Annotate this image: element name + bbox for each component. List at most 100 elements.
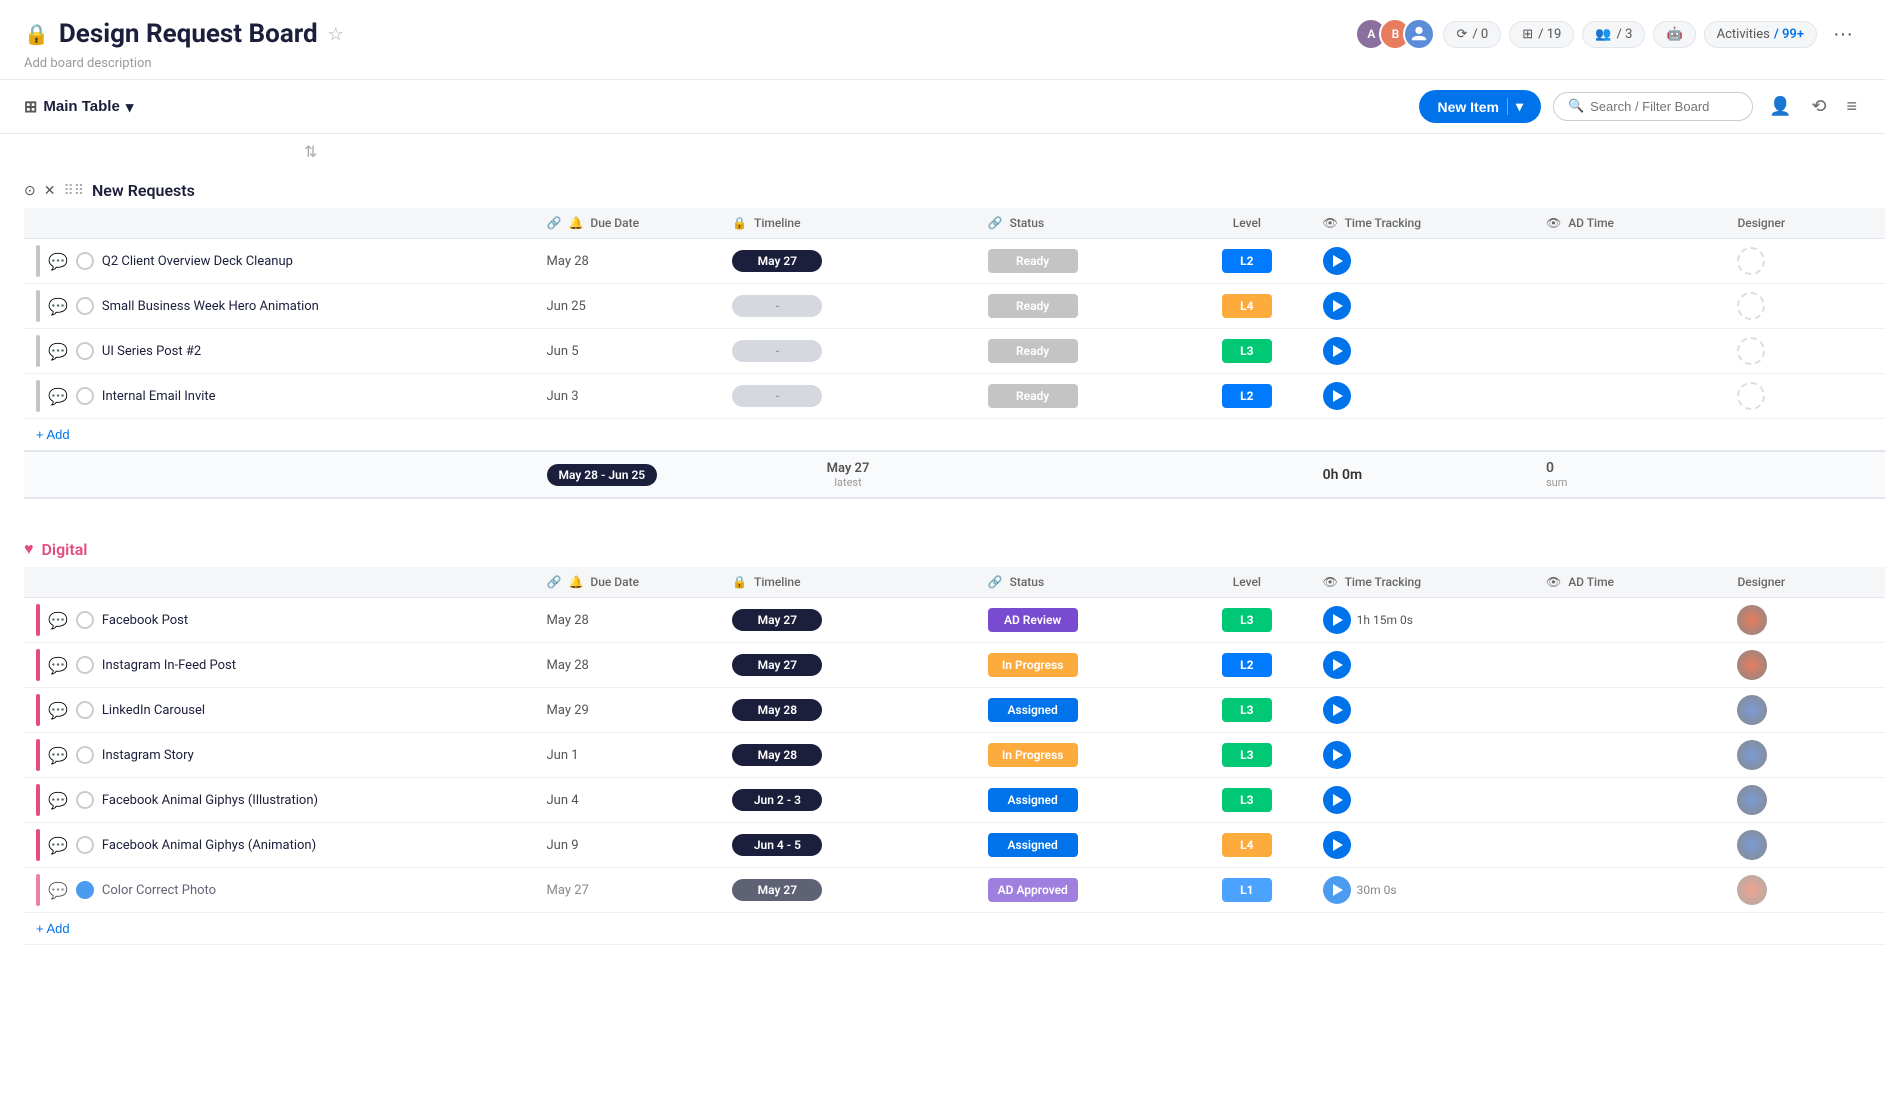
level-badge[interactable]: L3 [1222, 788, 1272, 812]
sort-icon[interactable]: ⇅ [304, 142, 317, 161]
status-badge[interactable]: Ready [988, 249, 1078, 273]
level-badge[interactable]: L4 [1222, 294, 1272, 318]
item-name[interactable]: Color Correct Photo [102, 883, 216, 898]
th-designer-new-requests[interactable]: Designer [1725, 208, 1885, 239]
level-badge[interactable]: L1 [1222, 878, 1272, 902]
item-name[interactable]: Instagram In-Feed Post [102, 658, 236, 673]
th-timeline-new-requests[interactable]: 🔒 Timeline [720, 208, 975, 239]
th-ad-time-digital[interactable]: 👁 AD Time [1534, 567, 1725, 598]
th-ad-time-new-requests[interactable]: 👁 AD Time [1534, 208, 1725, 239]
activities-btn[interactable]: Activities / 99+ [1704, 21, 1817, 48]
timeline-pill[interactable]: - [732, 295, 822, 317]
check-circle[interactable] [76, 746, 94, 764]
play-button[interactable] [1323, 786, 1351, 814]
comment-icon[interactable]: 💬 [48, 342, 68, 361]
level-badge[interactable]: L2 [1222, 653, 1272, 677]
level-badge[interactable]: L3 [1222, 698, 1272, 722]
check-circle[interactable] [76, 791, 94, 809]
new-item-button[interactable]: New Item ▾ [1419, 90, 1541, 123]
automations-btn[interactable]: ⟳ / 0 [1443, 21, 1501, 48]
level-badge[interactable]: L3 [1222, 743, 1272, 767]
more-button[interactable]: ··· [1825, 19, 1861, 50]
status-badge[interactable]: Ready [988, 294, 1078, 318]
comment-icon[interactable]: 💬 [48, 746, 68, 765]
level-badge[interactable]: L3 [1222, 608, 1272, 632]
comment-icon[interactable]: 💬 [48, 836, 68, 855]
check-circle[interactable] [76, 342, 94, 360]
check-circle[interactable] [76, 297, 94, 315]
check-circle[interactable] [76, 656, 94, 674]
play-button[interactable] [1323, 831, 1351, 859]
play-button[interactable] [1323, 876, 1351, 904]
status-badge[interactable]: Assigned [988, 788, 1078, 812]
play-button[interactable] [1323, 606, 1351, 634]
level-badge[interactable]: L2 [1222, 384, 1272, 408]
profile-icon-btn[interactable]: 👤 [1765, 92, 1795, 121]
main-table-button[interactable]: ⊞ Main Table ▾ [24, 97, 133, 117]
check-circle[interactable] [76, 836, 94, 854]
search-input[interactable] [1590, 99, 1730, 114]
comment-icon[interactable]: 💬 [48, 611, 68, 630]
timeline-pill[interactable]: May 28 [732, 744, 822, 766]
th-timeline-digital[interactable]: 🔒 Timeline [720, 567, 975, 598]
group-drag-new-requests[interactable]: ⠿⠿ [63, 183, 84, 199]
play-button[interactable] [1323, 337, 1351, 365]
comment-icon[interactable]: 💬 [48, 656, 68, 675]
timeline-pill[interactable]: May 27 [732, 879, 822, 901]
item-name[interactable]: LinkedIn Carousel [102, 703, 205, 718]
item-name[interactable]: Q2 Client Overview Deck Cleanup [102, 254, 293, 269]
timeline-pill[interactable]: Jun 4 - 5 [732, 834, 822, 856]
th-designer-digital[interactable]: Designer [1725, 567, 1885, 598]
check-circle[interactable] [76, 881, 94, 899]
avatar-3[interactable] [1403, 18, 1435, 50]
play-button[interactable] [1323, 382, 1351, 410]
status-badge[interactable]: AD Review [988, 608, 1078, 632]
status-badge[interactable]: Assigned [988, 698, 1078, 722]
star-icon[interactable]: ☆ [328, 24, 344, 45]
item-name[interactable]: Instagram Story [102, 748, 194, 763]
comment-icon[interactable]: 💬 [48, 387, 68, 406]
timeline-pill[interactable]: - [732, 385, 822, 407]
check-circle[interactable] [76, 387, 94, 405]
th-status-new-requests[interactable]: 🔗 Status [976, 208, 1183, 239]
play-button[interactable] [1323, 292, 1351, 320]
item-name[interactable]: Facebook Animal Giphys (Animation) [102, 838, 316, 853]
comment-icon[interactable]: 💬 [48, 701, 68, 720]
comment-icon[interactable]: 💬 [48, 791, 68, 810]
status-badge[interactable]: Ready [988, 384, 1078, 408]
add-item-button[interactable]: + Add [36, 919, 70, 938]
item-name[interactable]: Facebook Post [102, 613, 188, 628]
comment-icon[interactable]: 💬 [48, 252, 68, 271]
play-button[interactable] [1323, 696, 1351, 724]
integrations-btn[interactable]: ⊞ / 19 [1509, 21, 1574, 48]
th-due-date-digital[interactable]: 🔗 🔔 Due Date [535, 567, 721, 598]
timeline-pill[interactable]: May 27 [732, 609, 822, 631]
play-button[interactable] [1323, 741, 1351, 769]
timeline-pill[interactable]: - [732, 340, 822, 362]
item-name[interactable]: UI Series Post #2 [102, 344, 201, 359]
level-badge[interactable]: L2 [1222, 249, 1272, 273]
check-circle[interactable] [76, 701, 94, 719]
comment-icon[interactable]: 💬 [48, 881, 68, 900]
ai-btn[interactable]: 🤖 [1653, 21, 1695, 48]
play-button[interactable] [1323, 247, 1351, 275]
th-status-digital[interactable]: 🔗 Status [976, 567, 1183, 598]
timeline-pill[interactable]: May 27 [732, 654, 822, 676]
check-circle[interactable] [76, 252, 94, 270]
timeline-pill[interactable]: May 28 [732, 699, 822, 721]
status-badge[interactable]: In Progress [988, 743, 1078, 767]
add-item-button[interactable]: + Add [36, 425, 70, 444]
level-badge[interactable]: L3 [1222, 339, 1272, 363]
timeline-pill[interactable]: May 27 [732, 250, 822, 272]
play-button[interactable] [1323, 651, 1351, 679]
th-time-tracking-new-requests[interactable]: 👁 Time Tracking [1311, 208, 1534, 239]
th-due-date-new-requests[interactable]: 🔗 🔔 Due Date [535, 208, 721, 239]
filter-icon-btn[interactable]: ≡ [1842, 92, 1861, 121]
th-level-digital[interactable]: Level [1183, 567, 1311, 598]
timeline-pill[interactable]: Jun 2 - 3 [732, 789, 822, 811]
status-badge[interactable]: AD Approved [988, 878, 1078, 902]
invite-btn[interactable]: 👥 / 3 [1582, 21, 1645, 48]
status-badge[interactable]: In Progress [988, 653, 1078, 677]
item-name[interactable]: Facebook Animal Giphys (Illustration) [102, 793, 318, 808]
comment-icon[interactable]: 💬 [48, 297, 68, 316]
